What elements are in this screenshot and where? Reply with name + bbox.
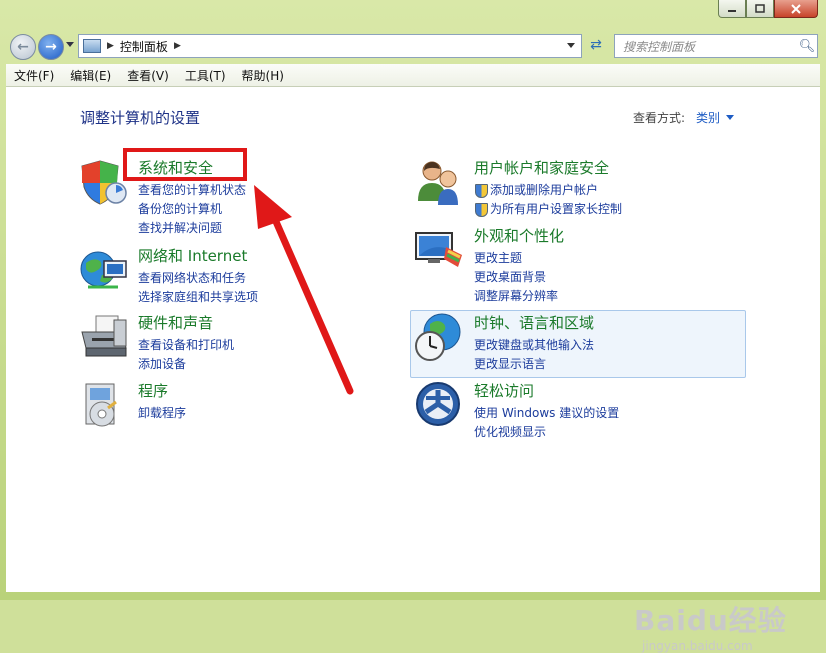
address-dropdown-icon[interactable] [567,43,575,48]
maximize-button[interactable] [746,0,774,18]
title-bar [0,0,826,28]
watermark: Baidu经验 jingyan.baidu.com [634,599,787,653]
menu-bar: 文件(F) 编辑(E) 查看(V) 工具(T) 帮助(H) [6,64,820,87]
maximize-icon [755,4,765,13]
minimize-button[interactable] [718,0,746,18]
menu-view[interactable]: 查看(V) [119,67,177,84]
menu-tools[interactable]: 工具(T) [177,67,234,84]
content-pane: 调整计算机的设置 查看方式: 类别 系统和安全 查看您的计算机状态 备份您的计算… [6,87,820,653]
search-box[interactable]: 搜索控制面板 🔍︎ [614,34,818,58]
search-icon[interactable]: 🔍︎ [797,39,817,54]
close-button[interactable] [774,0,818,18]
back-arrow-icon: ← [17,39,29,55]
breadcrumb-separator-icon[interactable]: ▶ [107,41,114,51]
minimize-icon [728,9,736,12]
menu-help[interactable]: 帮助(H) [234,67,292,84]
navigation-bar: ← → ▶ 控制面板 ▶ ⇄ 搜索控制面板 🔍︎ [6,28,820,64]
menu-file[interactable]: 文件(F) [6,67,62,84]
recent-pages-dropdown[interactable] [66,42,74,47]
search-input[interactable]: 搜索控制面板 [623,38,797,55]
menu-edit[interactable]: 编辑(E) [62,67,119,84]
forward-arrow-icon: → [45,39,57,55]
control-panel-icon [83,39,101,53]
close-icon [791,3,801,14]
address-bar[interactable]: ▶ 控制面板 ▶ [78,34,582,58]
window-controls [718,0,818,18]
back-button[interactable]: ← [10,34,36,60]
annotation-arrow-icon [254,185,354,395]
refresh-button[interactable]: ⇄ [586,36,606,54]
watermark-url: jingyan.baidu.com [642,639,753,653]
breadcrumb-control-panel[interactable]: 控制面板 [120,38,168,55]
breadcrumb-separator-icon[interactable]: ▶ [174,41,181,51]
forward-button[interactable]: → [38,34,64,60]
window-frame: ← → ▶ 控制面板 ▶ ⇄ 搜索控制面板 🔍︎ 文件(F) 编辑(E) 查看(… [0,0,826,653]
refresh-icon: ⇄ [590,37,602,53]
watermark-logo: Baidu经验 [634,604,787,637]
